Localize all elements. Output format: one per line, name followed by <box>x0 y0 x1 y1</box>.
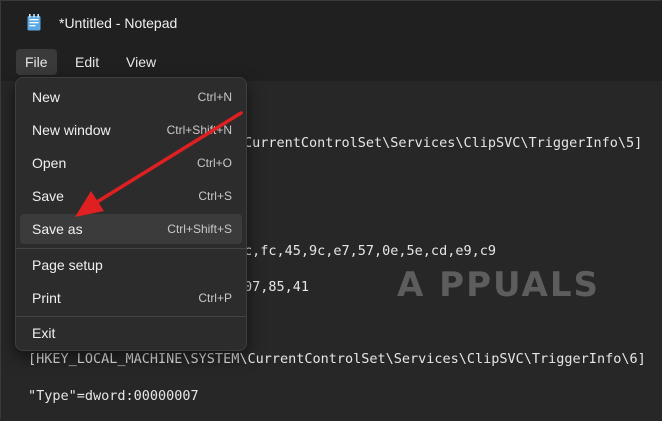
notepad-window: *Untitled - Notepad File Edit View Curre… <box>0 0 662 421</box>
annotation-arrow-icon <box>75 111 243 217</box>
